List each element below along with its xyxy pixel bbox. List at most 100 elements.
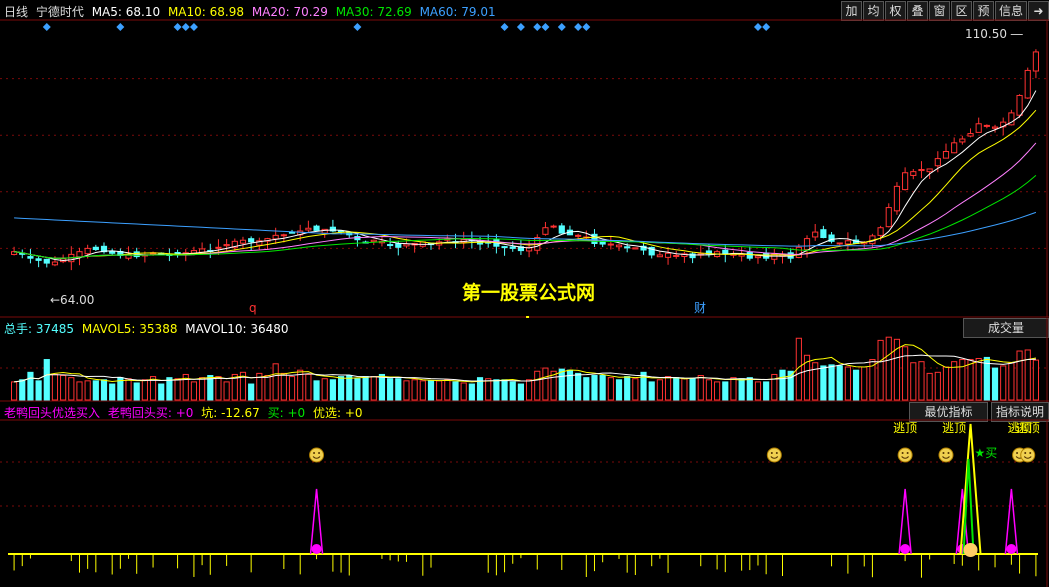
volume-bar — [779, 369, 786, 401]
candle — [223, 244, 230, 247]
smiley-eye — [318, 452, 321, 454]
volume-chart[interactable] — [0, 318, 1049, 402]
escape-top-label: 逃顶 — [893, 421, 917, 435]
volume-bar — [934, 371, 941, 401]
candle — [803, 238, 811, 251]
candle — [926, 168, 933, 173]
volume-bar — [444, 379, 451, 401]
candle — [656, 254, 663, 258]
volume-bar — [681, 378, 688, 401]
candle — [403, 243, 410, 247]
volume-bar — [714, 381, 721, 401]
volume-bar — [722, 381, 729, 401]
volume-bar — [125, 378, 132, 401]
volume-bar — [673, 377, 680, 401]
volume-bar — [812, 362, 819, 401]
volume-bar — [174, 378, 181, 401]
signal-diamond-icon — [42, 23, 51, 31]
volume-bar — [141, 379, 148, 401]
volume-bar — [918, 361, 925, 401]
candle — [951, 142, 958, 154]
candle — [501, 246, 508, 249]
signal-diamond-icon — [533, 23, 542, 31]
volume-bar — [19, 379, 26, 401]
indicator-panel: 老鸭回头优选买入 老鸭回头买: +0 坑: -12.67 买: +0 优选: +… — [0, 402, 1049, 587]
volume-bar — [468, 383, 475, 401]
volume-bar — [60, 375, 67, 401]
candle — [795, 246, 802, 258]
volume-bar — [861, 366, 868, 401]
volume-bar — [436, 380, 443, 401]
candle — [918, 168, 925, 172]
candle — [942, 151, 950, 159]
high-price-label: 110.50 ― — [965, 27, 1023, 41]
volume-bar — [959, 359, 966, 401]
candle — [313, 225, 320, 231]
volume-bar — [615, 379, 623, 401]
candle — [35, 258, 42, 261]
signal-diamond-icon — [353, 23, 362, 31]
buy-peak-line — [962, 458, 975, 555]
volume-bar — [493, 379, 500, 401]
candle — [109, 250, 116, 254]
volume-bar — [92, 380, 99, 401]
candle — [893, 185, 901, 212]
candle — [1024, 69, 1031, 99]
volume-bar — [1000, 365, 1007, 401]
candle — [812, 231, 819, 238]
volume-bar — [272, 363, 279, 401]
signal-diamond-icon — [173, 23, 182, 31]
signal-diamond-icon — [582, 23, 591, 31]
indicator-chart[interactable]: 逃顶 逃顶 逃顶逃顶★买 — [0, 402, 1049, 587]
smiley-eye — [1024, 452, 1027, 454]
smiley-icon — [897, 447, 913, 463]
smiley-eye — [313, 452, 316, 454]
watermark-title: 第一股票公式网 — [462, 282, 596, 304]
volume-bar — [158, 383, 165, 401]
volume-bar — [305, 373, 312, 401]
candle — [1016, 94, 1023, 116]
candle — [27, 256, 34, 259]
volume-bar — [1008, 362, 1015, 401]
candle — [746, 251, 753, 259]
volume-bar — [730, 377, 737, 401]
volume-bar — [362, 376, 369, 401]
volume-bar — [100, 379, 108, 401]
volume-bar — [591, 375, 598, 401]
volume-bar — [1032, 359, 1040, 401]
volume-bar — [746, 377, 753, 401]
smiley-eye — [906, 452, 909, 454]
volume-bar — [68, 377, 75, 401]
volume-bar — [337, 376, 345, 401]
volume-bar — [1024, 349, 1031, 401]
volume-bar — [288, 376, 296, 401]
price-chart[interactable]: 110.50 ― ←64.00 q 财 — [0, 0, 1049, 318]
candle — [722, 249, 729, 255]
volume-bar — [215, 376, 222, 401]
escape-top-label: 逃顶 — [942, 421, 966, 435]
candle — [215, 246, 222, 249]
volume-bar — [51, 373, 59, 401]
volume-bar — [313, 380, 320, 401]
volume-bar — [419, 380, 426, 401]
volume-bar — [926, 372, 933, 401]
volume-bar — [664, 376, 672, 401]
volume-bar — [329, 379, 336, 401]
volume-bar — [166, 377, 173, 401]
volume-bar — [526, 379, 533, 401]
candle — [607, 243, 614, 246]
volume-bar — [27, 371, 34, 401]
volume-bar — [321, 378, 328, 401]
price-panel: 日线 宁德时代 MA5: 68.10 MA10: 68.98 MA20: 70.… — [0, 0, 1049, 334]
volume-bar — [852, 369, 860, 401]
signal-diamond-icon — [516, 23, 525, 31]
volume-bar — [942, 366, 950, 401]
volume-bar — [43, 359, 50, 401]
volume-bar — [820, 365, 827, 401]
candle — [975, 123, 982, 133]
volume-bar — [387, 378, 394, 401]
signal-diamond-icon — [574, 23, 583, 31]
signal-diamond-icon — [753, 23, 762, 31]
escape-top-label: 逃顶 — [1016, 421, 1040, 435]
volume-bar — [534, 370, 541, 401]
